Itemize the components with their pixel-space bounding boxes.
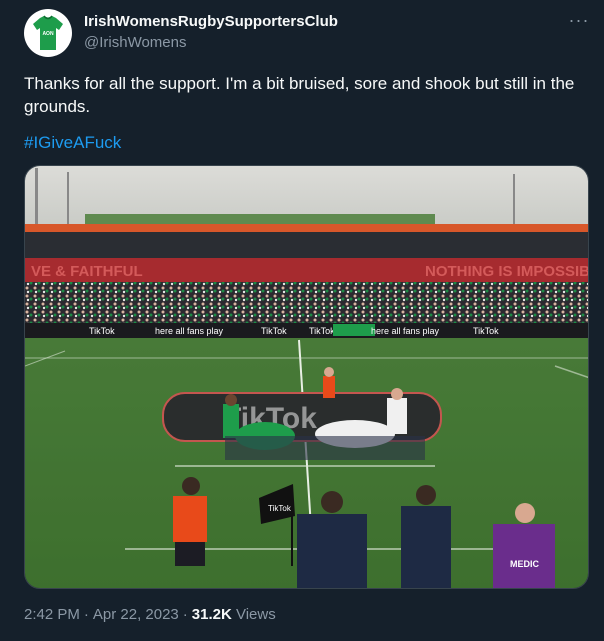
- tweet-date[interactable]: Apr 22, 2023: [93, 606, 179, 623]
- hashtag-link[interactable]: #IGiveAFuck: [24, 133, 121, 153]
- jersey-icon: AON: [33, 15, 63, 50]
- ad-board-5: here all fans play: [371, 326, 440, 336]
- author-display-name[interactable]: IrishWomensRugbySupportersClub: [84, 13, 338, 30]
- avatar[interactable]: AON: [24, 9, 72, 57]
- tweet-media-photo[interactable]: VE & FAITHFUL NOTHING IS IMPOSSIBLE TikT…: [24, 165, 589, 589]
- views-label: Views: [235, 606, 276, 623]
- ad-board-6: TikTok: [473, 326, 499, 336]
- meta-separator: ·: [182, 606, 188, 623]
- stand-banner-left: VE & FAITHFUL: [31, 263, 143, 280]
- ad-board-2: here all fans play: [155, 326, 224, 336]
- ad-board-1: TikTok: [89, 326, 115, 336]
- ad-board-3: TikTok: [261, 326, 287, 336]
- stand-banner-right: NOTHING IS IMPOSSIBLE: [425, 263, 589, 280]
- rugby-scrum-photo: VE & FAITHFUL NOTHING IS IMPOSSIBLE TikT…: [25, 166, 589, 588]
- meta-separator: ·: [83, 606, 89, 623]
- more-options-icon[interactable]: ···: [566, 10, 592, 30]
- ad-board-4: TikTok: [309, 326, 335, 336]
- views-count: 31.2K: [191, 606, 232, 623]
- author-handle[interactable]: @IrishWomens: [84, 34, 186, 51]
- tweet-text: Thanks for all the support. I'm a bit br…: [24, 74, 575, 116]
- corner-flag-text: TikTok: [268, 504, 292, 513]
- avatar-jersey-text: AON: [42, 31, 54, 37]
- tweet-meta: 2:42 PM · Apr 22, 2023 · 31.2K Views: [24, 606, 276, 623]
- tweet-time[interactable]: 2:42 PM: [24, 606, 80, 623]
- medic-label: MEDIC: [510, 559, 540, 569]
